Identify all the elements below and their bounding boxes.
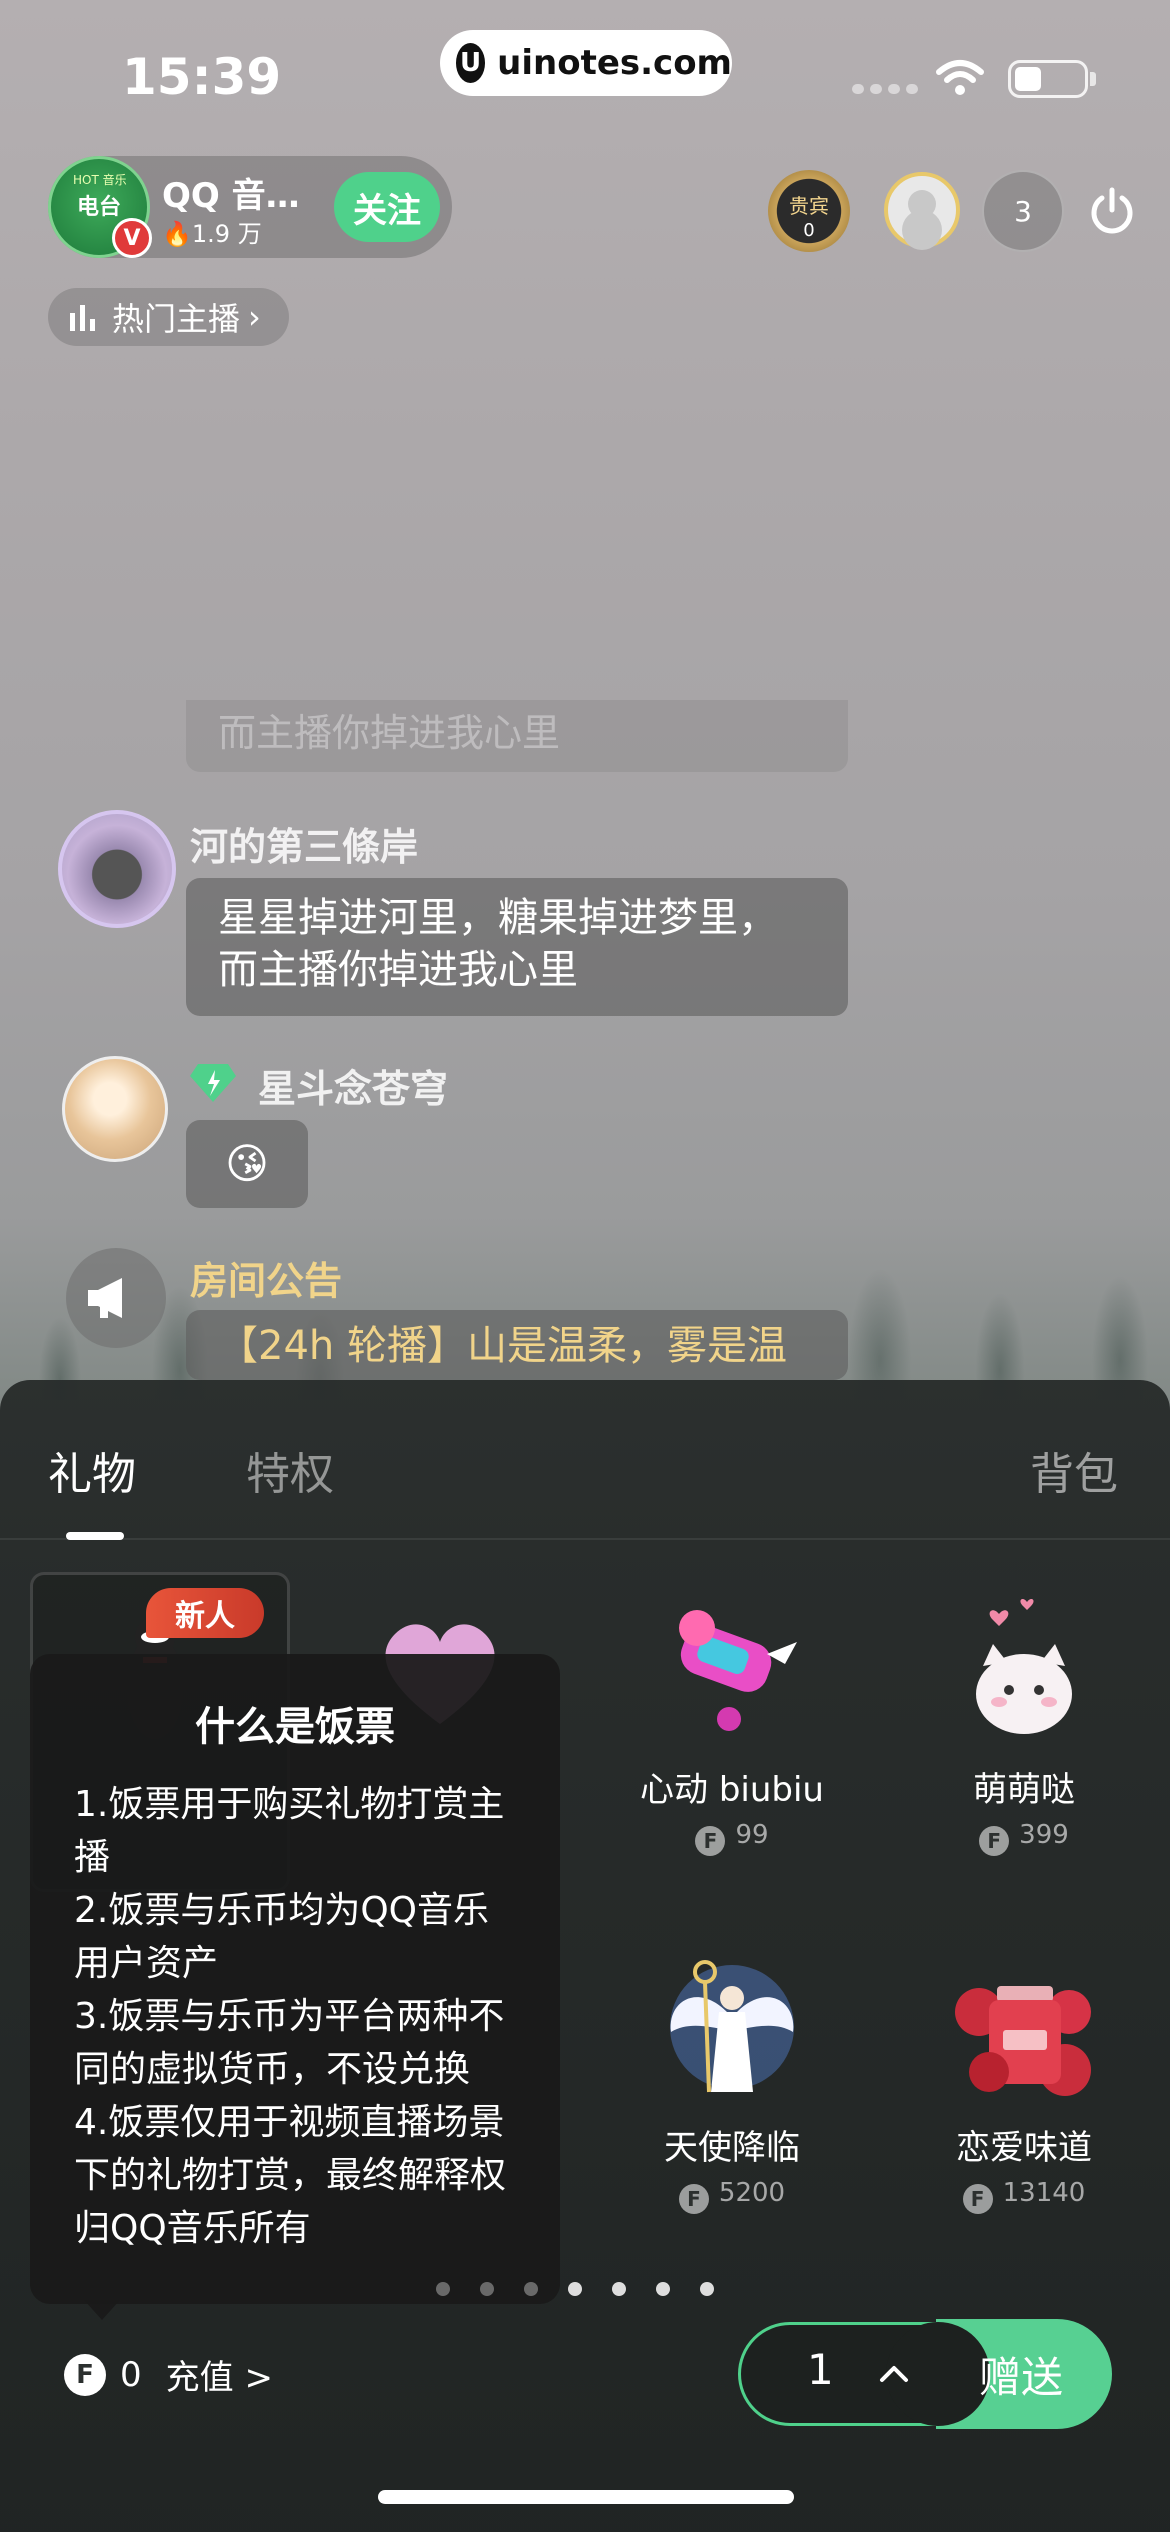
- gift-name: 恋爱味道: [956, 2128, 1092, 2168]
- send-button-label[interactable]: 赠送: [936, 2322, 1106, 2426]
- meal-ticket-tooltip: 什么是饭票 1.饭票用于购买礼物打赏主播 2.饭票与乐币均为QQ音乐用户资产 3…: [30, 1654, 560, 2304]
- notice-bubble: 【24h 轮播】山是温柔，雾是温: [186, 1310, 848, 1380]
- tooltip-item: 3.饭票与乐币为平台两种不同的虚拟货币，不设兑换: [74, 1996, 505, 2090]
- wifi-icon: [936, 60, 984, 95]
- viewer-count[interactable]: 3: [982, 170, 1064, 252]
- coin-icon: F: [678, 2184, 709, 2214]
- tooltip-item: 2.饭票与乐币均为QQ音乐用户资产: [74, 1890, 490, 1984]
- tab-gift[interactable]: 礼物: [48, 1438, 136, 1502]
- coin-icon: F: [695, 1826, 726, 1856]
- viewer-avatar[interactable]: [884, 172, 960, 248]
- anchor-name: QQ 音…: [162, 176, 300, 216]
- tooltip-tail: [84, 2300, 120, 2320]
- gift-cell[interactable]: 萌萌哒 F 399: [894, 1572, 1154, 1892]
- balance-area[interactable]: F 0 充值 >: [64, 2350, 273, 2399]
- tab-privilege[interactable]: 特权: [246, 1438, 334, 1502]
- chat-bubble: 星星掉进河里，糖果掉进梦里， 而主播你掉进我心里: [186, 878, 848, 1016]
- follow-button[interactable]: 关注: [334, 172, 440, 242]
- cute-cat-gift-icon: [976, 1599, 1072, 1734]
- vip-badge[interactable]: 贵宾 0: [768, 170, 850, 252]
- battery-tip: [1090, 72, 1096, 86]
- vip-label: 贵宾: [789, 194, 829, 218]
- url-pill: U uinotes.com: [440, 30, 732, 96]
- battery-icon: [1008, 60, 1088, 98]
- notice-avatar: [66, 1248, 166, 1348]
- avatar-subtext: HOT 音乐: [73, 173, 127, 187]
- status-time: 15:39: [122, 48, 282, 106]
- recharge-link[interactable]: 充值 >: [166, 2350, 273, 2399]
- url-text: uinotes.com: [497, 43, 732, 83]
- gift-price: F 5200: [602, 2178, 862, 2214]
- chat-username[interactable]: 河的第三條岸: [190, 816, 418, 871]
- gift-cell[interactable]: 天使降临 F 5200: [602, 1930, 862, 2250]
- gift-name: 天使降临: [664, 2128, 800, 2168]
- gift-name: 心动 biubiu: [640, 1770, 824, 1810]
- tooltip-item: 4.饭票仅用于视频直播场景下的礼物打赏，最终解释权归QQ音乐所有: [74, 2102, 507, 2249]
- coin-icon: F: [64, 2353, 106, 2396]
- gift-cell[interactable]: 心动 biubiu F 99: [602, 1572, 862, 1892]
- anchor-heat: 🔥1.9 万: [162, 220, 262, 248]
- page-indicator: [436, 2282, 714, 2296]
- chat-ghost-message: 而主播你掉进我心里: [186, 700, 848, 772]
- gem-icon: [190, 1064, 236, 1102]
- chat-avatar[interactable]: [58, 810, 176, 928]
- angel-gift-icon: [670, 1960, 794, 2093]
- tooltip-title: 什么是饭票: [195, 1704, 395, 1750]
- notice-title: 房间公告: [190, 1259, 343, 1303]
- chat-avatar[interactable]: [62, 1056, 168, 1162]
- anchor-info-pill[interactable]: HOT 音乐 电台 V QQ 音… 🔥1.9 万 关注: [48, 156, 452, 258]
- gift-name: 萌萌哒: [973, 1770, 1075, 1810]
- panel-divider: [0, 1538, 1170, 1540]
- quantity-value[interactable]: 1: [807, 2345, 834, 2394]
- gift-cell[interactable]: 恋爱味道 F 13140: [894, 1930, 1154, 2250]
- verified-badge: V: [112, 218, 152, 258]
- cellular-signal-icon: [852, 84, 918, 94]
- avatar-text: 电台: [77, 195, 122, 220]
- gift-price: F 99: [602, 1820, 862, 1856]
- new-user-badge: 新人: [146, 1588, 264, 1638]
- hot-anchor-label: 热门主播: [112, 300, 241, 338]
- home-indicator[interactable]: [378, 2490, 794, 2504]
- love-cannon-gift-icon: [679, 1610, 797, 1731]
- tab-bag[interactable]: 背包: [1030, 1438, 1118, 1502]
- flame-icon: 🔥: [162, 220, 192, 248]
- power-icon[interactable]: [1086, 186, 1138, 238]
- chevron-right-icon: ›: [248, 298, 261, 336]
- hot-anchor-button[interactable]: 热门主播 ›: [48, 288, 289, 346]
- coin-icon: F: [979, 1826, 1010, 1856]
- tooltip-item: 1.饭票用于购买礼物打赏主播: [74, 1784, 505, 1878]
- gift-price: F 13140: [894, 2178, 1154, 2214]
- perfume-gift-icon: [955, 1986, 1091, 2096]
- gift-price: F 399: [894, 1820, 1154, 1856]
- chevron-up-icon[interactable]: [874, 2358, 914, 2388]
- tooltip-body: 1.饭票用于购买礼物打赏主播 2.饭票与乐币均为QQ音乐用户资产 3.饭票与乐币…: [74, 1778, 516, 2255]
- vip-count: 0: [803, 220, 815, 241]
- megaphone-icon: [88, 1278, 122, 1318]
- chat-username[interactable]: 星斗念苍穹: [258, 1058, 448, 1113]
- balance-value: 0: [120, 2354, 142, 2395]
- chat-bubble: 😘: [186, 1120, 308, 1208]
- bar-chart-icon: [70, 305, 95, 331]
- u-logo-icon: U: [456, 43, 486, 83]
- coin-icon: F: [962, 2184, 993, 2214]
